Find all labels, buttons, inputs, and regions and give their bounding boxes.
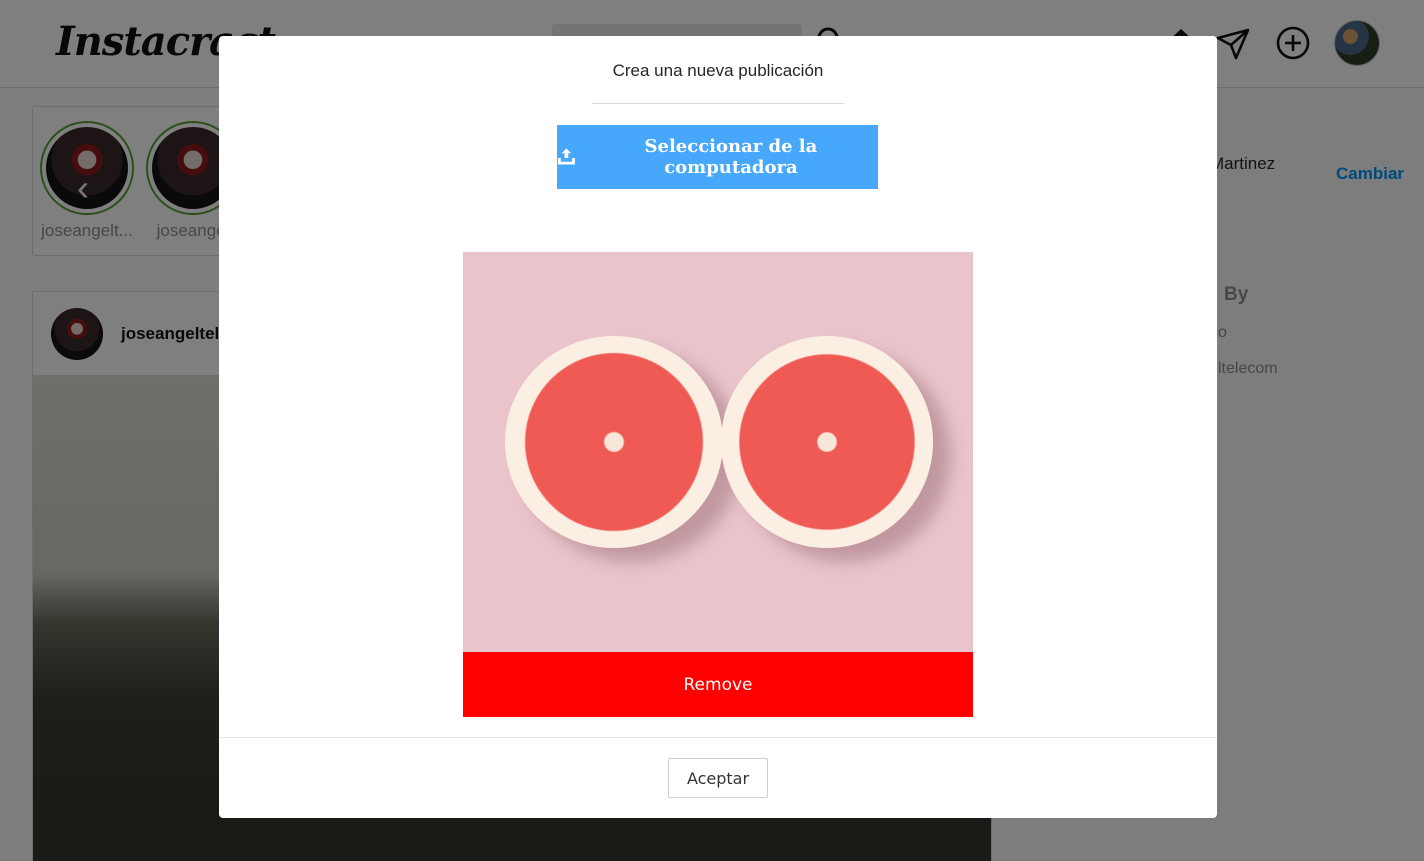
accept-button[interactable]: Aceptar — [668, 758, 768, 798]
grapefruit-half — [721, 336, 933, 548]
new-post-modal: Crea una nueva publicación Seleccionar d… — [219, 36, 1217, 818]
image-preview — [463, 252, 973, 652]
select-from-computer-button[interactable]: Seleccionar de la computadora — [557, 125, 878, 189]
grapefruit-half — [505, 336, 723, 548]
title-divider — [592, 103, 844, 104]
upload-icon — [557, 148, 575, 165]
remove-image-button[interactable]: Remove — [463, 652, 973, 717]
footer-divider — [219, 737, 1217, 738]
modal-title: Crea una nueva publicación — [612, 61, 824, 80]
upload-button-label: Seleccionar de la computadora — [644, 136, 818, 178]
